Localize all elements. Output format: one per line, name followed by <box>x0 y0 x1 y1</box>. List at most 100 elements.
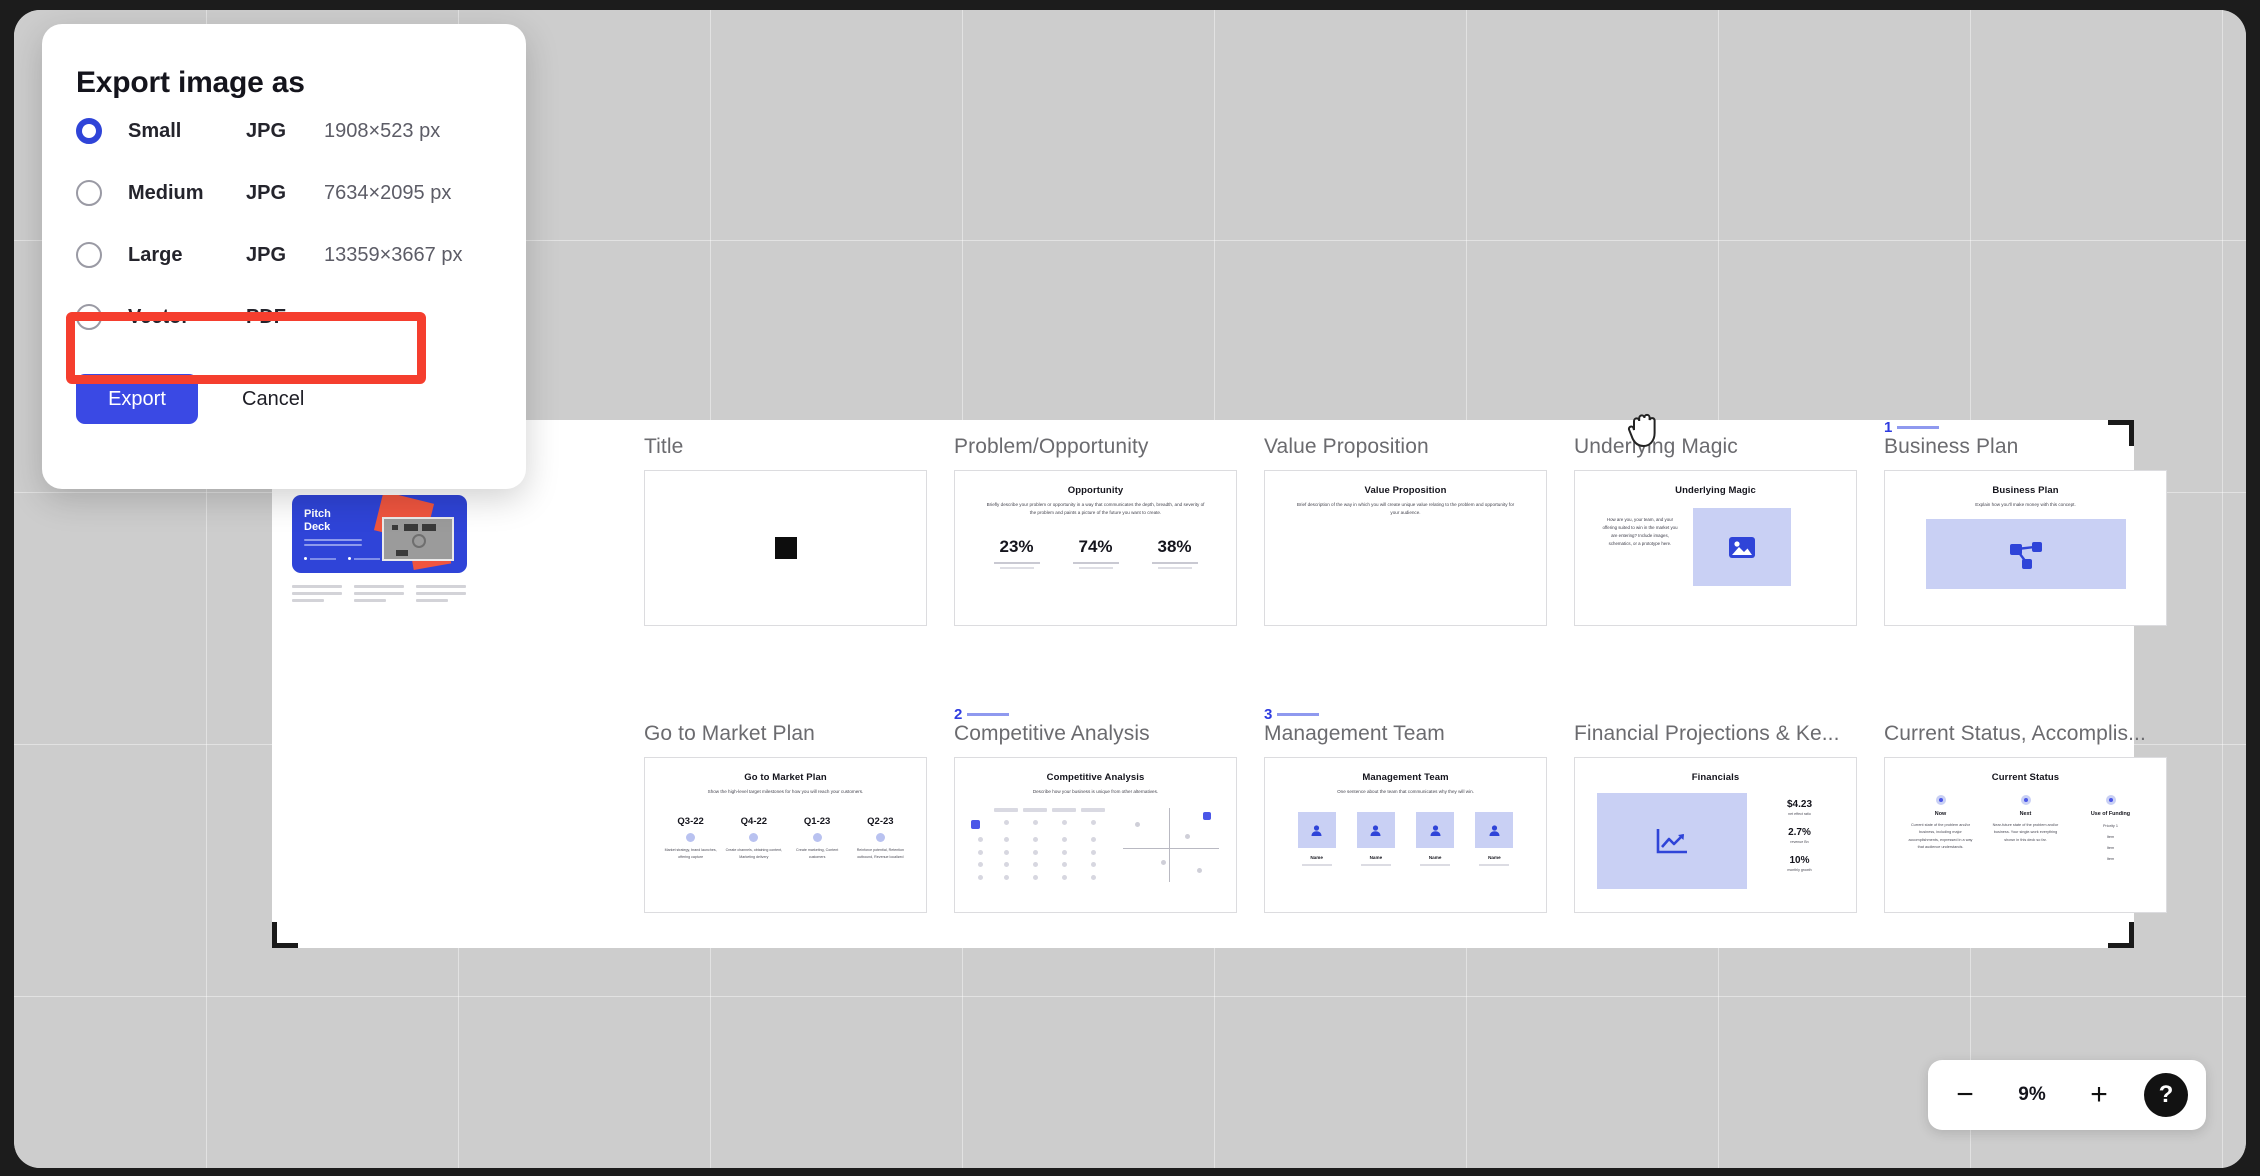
timeline-dot <box>749 833 759 843</box>
quadrant-axis-vertical <box>1169 808 1170 883</box>
radio-large[interactable] <box>76 242 102 268</box>
slide-card[interactable]: Current Status Now Current state of the … <box>1884 757 2167 913</box>
matrix-cell <box>1081 836 1105 842</box>
dialog-actions: Export Cancel <box>76 374 526 424</box>
matrix-cell <box>1052 862 1076 868</box>
slide-card[interactable]: Underlying Magic How are you, your team,… <box>1574 470 1857 626</box>
matrix-cell <box>1081 819 1105 825</box>
person-icon <box>1430 824 1441 836</box>
quarter-label: Q4-22 <box>740 816 768 828</box>
slide-cell-value-proposition[interactable]: Value Proposition Value Proposition Brie… <box>1264 435 1547 650</box>
status-dot <box>2105 795 2116 805</box>
export-option-medium[interactable]: Medium JPG 7634×2095 px <box>42 162 526 224</box>
radio-small[interactable] <box>76 118 102 144</box>
stat-item: 38% <box>1151 537 1198 570</box>
option-format: PDF <box>246 305 286 328</box>
stat-bar <box>1072 562 1119 565</box>
slide-heading: Current Status, Accomplis... <box>1884 722 2146 745</box>
member-name: Name <box>1310 855 1323 861</box>
status-header: Use of Funding <box>2090 811 2131 817</box>
status-text: Current state of the problem and/or busi… <box>1908 823 1973 850</box>
thumbnail-text-lines <box>292 585 466 606</box>
team-member: Name <box>1354 812 1398 867</box>
status-column: Next Near-future state of the problem an… <box>1986 795 2065 861</box>
export-option-large[interactable]: Large JPG 13359×3667 px <box>42 224 526 286</box>
matrix-cell <box>994 836 1018 842</box>
slide-heading: Competitive Analysis <box>954 722 1150 745</box>
slide-cell-title[interactable]: Title <box>644 435 927 650</box>
matrix-cell <box>1081 875 1105 881</box>
quadrant-point-highlight <box>1203 812 1211 821</box>
selection-handle-bottom-left[interactable] <box>272 922 298 948</box>
stat-bar <box>1078 567 1113 570</box>
help-button[interactable]: ? <box>2144 1073 2188 1117</box>
financial-metrics: $4.23 net effect ratio 2.7% revenue Bn 1… <box>1765 799 1834 883</box>
radio-medium[interactable] <box>76 180 102 206</box>
zoom-level-label: 9% <box>2018 1084 2046 1105</box>
matrix-cell <box>1081 849 1105 855</box>
slide-card[interactable]: Financials $4.23 net effect ratio 2.7% r… <box>1574 757 1857 913</box>
hand-cursor-icon <box>1627 413 1656 448</box>
slide-card[interactable]: Competitive Analysis Describe how your b… <box>954 757 1237 913</box>
slide-number: 1 <box>1884 419 1942 436</box>
status-item: Item <box>2106 835 2115 839</box>
slide-number: 2 <box>954 706 1012 723</box>
slide-cell-underlying-magic[interactable]: Underlying Magic Underlying Magic How ar… <box>1574 435 1857 650</box>
card-title: Financials <box>1691 772 1740 783</box>
zoom-in-button[interactable]: + <box>2080 1076 2118 1114</box>
matrix-cell <box>1023 819 1047 825</box>
slide-cell-problem-opportunity[interactable]: Problem/Opportunity Opportunity Briefly … <box>954 435 1237 650</box>
member-name: Name <box>1369 855 1383 861</box>
quarter-label: Q3-22 <box>677 816 704 828</box>
export-button[interactable]: Export <box>76 374 198 424</box>
card-subtitle: Explain how you'll make money with this … <box>1975 502 2076 507</box>
quarter-label: Q1-23 <box>803 816 831 828</box>
slide-card[interactable]: Value Proposition Brief description of t… <box>1264 470 1547 626</box>
slide-cell-business-plan[interactable]: 1 Business Plan Business Plan Explain ho… <box>1884 419 2167 650</box>
matrix-cell <box>994 819 1018 825</box>
status-header: Next <box>2019 811 2032 817</box>
quarter-text: Create marketing, Content customers <box>796 848 839 859</box>
slide-card[interactable] <box>644 470 927 626</box>
person-icon <box>1370 824 1381 836</box>
slide-card[interactable]: Go to Market Plan Show the high-level ta… <box>644 757 927 913</box>
cancel-button[interactable]: Cancel <box>242 388 304 411</box>
matrix-cell <box>1081 862 1105 868</box>
slide-heading: Value Proposition <box>1264 435 1429 458</box>
status-text: Near-future state of the problem and/or … <box>1992 823 2059 842</box>
slide-cell-current-status[interactable]: Current Status, Accomplis... Current Sta… <box>1884 722 2167 937</box>
person-icon <box>1311 824 1322 836</box>
option-size: 13359×3667 px <box>324 243 463 266</box>
matrix-header <box>1023 808 1047 813</box>
radio-vector[interactable] <box>76 304 102 330</box>
slide-cell-go-to-market-plan[interactable]: Go to Market Plan Go to Market Plan Show… <box>644 722 927 937</box>
slide-card[interactable]: Management Team One sentence about the t… <box>1264 757 1547 913</box>
team-member: Name <box>1413 812 1457 867</box>
financials-row: $4.23 net effect ratio 2.7% revenue Bn 1… <box>1575 783 1856 889</box>
slide-card[interactable]: Business Plan Explain how you'll make mo… <box>1884 470 2167 626</box>
stat-row: 23% 74% 38% <box>955 537 1236 570</box>
slide-heading: Title <box>644 435 684 458</box>
slide-card[interactable]: Opportunity Briefly describe your proble… <box>954 470 1237 626</box>
matrix-cell <box>1052 849 1076 855</box>
pitch-deck-thumbnail[interactable]: Pitch Deck <box>292 495 467 610</box>
slide-grid: Title Problem/Opportunity Opportunity Br… <box>644 419 2167 937</box>
slide-cell-management-team[interactable]: 3 Management Team Management Team One se… <box>1264 706 1547 937</box>
matrix-cell <box>994 875 1018 881</box>
export-option-small[interactable]: Small JPG 1908×523 px <box>42 100 526 162</box>
export-option-vector[interactable]: Vector PDF ∞ <box>42 286 526 348</box>
export-image-dialog[interactable]: Export image as Small JPG 1908×523 px Me… <box>42 24 526 489</box>
option-size: ∞ <box>324 307 337 326</box>
status-row: Now Current state of the problem and/or … <box>1885 795 2166 861</box>
slide-cell-competitive-analysis[interactable]: 2 Competitive Analysis Competitive Analy… <box>954 706 1237 937</box>
status-header: Now <box>1934 811 1947 817</box>
chart-placeholder-box <box>1597 793 1747 889</box>
slide-cell-financial-projections[interactable]: Financial Projections & Ke... Financials <box>1574 722 1857 937</box>
zoom-out-button[interactable]: − <box>1946 1076 1984 1114</box>
thumbnail-card: Pitch Deck <box>292 495 467 573</box>
image-placeholder-box <box>1693 508 1791 586</box>
option-size: 7634×2095 px <box>324 181 452 204</box>
card-subtitle: How are you, your team, and your offerin… <box>1602 517 1678 547</box>
status-item: Item <box>2106 846 2115 850</box>
thumbnail-subtext <box>304 539 362 549</box>
